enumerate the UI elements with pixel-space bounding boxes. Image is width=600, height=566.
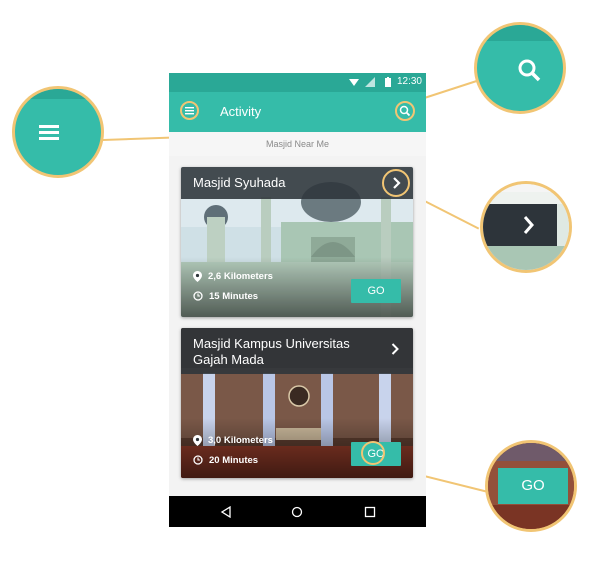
- recents-icon[interactable]: [364, 506, 376, 518]
- mosque-card[interactable]: Masjid Kampus Universitas Gajah Mada 3,0…: [181, 328, 413, 478]
- search-icon: [399, 105, 411, 117]
- mosque-name: Masjid Kampus Universitas Gajah Mada: [193, 336, 350, 367]
- navigation-bar: [169, 496, 426, 527]
- distance-row: 2,6 Kilometers: [193, 271, 273, 282]
- go-button-highlight: [361, 441, 385, 465]
- home-icon[interactable]: [291, 506, 303, 518]
- card-title-bar: Masjid Kampus Universitas Gajah Mada: [181, 328, 413, 374]
- search-icon: [477, 25, 563, 82]
- distance-text: 2,6 Kilometers: [208, 271, 273, 283]
- chevron-right-icon: [393, 177, 401, 189]
- time-row: 15 Minutes: [193, 291, 258, 302]
- card-title-bar: Masjid Syuhada: [181, 167, 413, 199]
- menu-callout: [12, 86, 104, 178]
- menu-button[interactable]: [180, 101, 199, 120]
- time-text: 20 Minutes: [209, 455, 259, 466]
- menu-icon: [15, 89, 101, 140]
- details-button[interactable]: [382, 169, 410, 197]
- details-callout: [480, 181, 572, 273]
- search-button[interactable]: [395, 101, 415, 121]
- time-row: 20 Minutes: [193, 455, 258, 466]
- page-title: Activity: [220, 104, 262, 119]
- menu-icon: [185, 107, 194, 115]
- go-button[interactable]: GO: [351, 279, 401, 303]
- location-pin-icon: [193, 271, 202, 282]
- signal-icon: [365, 77, 375, 87]
- back-icon[interactable]: [220, 506, 232, 518]
- go-callout: GO: [485, 440, 577, 532]
- phone-screen: 12:30 Activity Masjid Near Me Masjid Syu…: [169, 73, 426, 527]
- clock-icon: [193, 291, 203, 302]
- distance-row: 3,0 Kilometers: [193, 435, 273, 446]
- battery-icon: [385, 77, 391, 87]
- go-button-zoomed: GO: [498, 468, 568, 504]
- app-bar: Activity: [169, 92, 426, 132]
- section-header: Masjid Near Me: [169, 132, 426, 156]
- status-bar: 12:30: [169, 73, 426, 92]
- status-time: 12:30: [396, 76, 422, 87]
- wifi-icon: [349, 79, 359, 86]
- clock-icon: [193, 455, 203, 466]
- chevron-right-icon: [483, 184, 569, 270]
- location-pin-icon: [193, 435, 202, 446]
- chevron-right-icon[interactable]: [385, 339, 405, 359]
- search-callout: [474, 22, 566, 114]
- time-text: 15 Minutes: [209, 291, 259, 302]
- distance-text: 3,0 Kilometers: [208, 435, 273, 447]
- mosque-name: Masjid Syuhada: [193, 175, 286, 190]
- mosque-card[interactable]: Masjid Syuhada 2,6 Kilometers 15 Minutes…: [181, 167, 413, 317]
